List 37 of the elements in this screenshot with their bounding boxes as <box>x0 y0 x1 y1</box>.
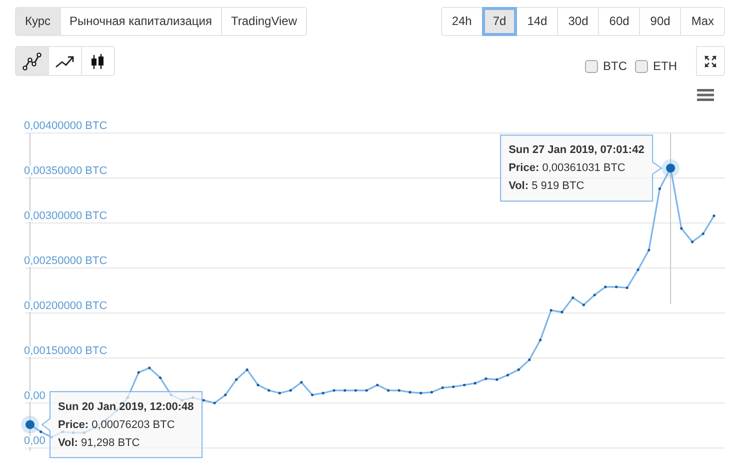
y-axis-label: 0,00150000 BTC <box>24 345 108 357</box>
period-button[interactable]: Max <box>680 7 725 36</box>
period-button[interactable]: 90d <box>639 7 682 36</box>
y-axis-label: 0,00200000 BTC <box>24 300 108 312</box>
line-markers-icon <box>22 52 42 70</box>
menu-icon[interactable] <box>697 89 714 101</box>
compare-checkbox[interactable] <box>585 60 598 72</box>
tooltip-line: Vol: 91,298 BTC <box>58 436 141 451</box>
y-axis-label: 0,00400000 BTC <box>24 120 108 132</box>
compare-label: ETH <box>653 58 677 75</box>
tooltip-line: Price: 0,00361031 BTC <box>508 161 626 176</box>
period-button[interactable]: 30d <box>557 7 600 36</box>
view-tab[interactable]: TradingView <box>220 7 308 36</box>
y-axis-label: 0,00 <box>24 390 46 402</box>
period-button[interactable]: 7d <box>482 7 518 36</box>
fullscreen-button[interactable] <box>696 46 725 76</box>
tooltip-line: Vol: 5 919 BTC <box>508 179 586 194</box>
highlighted-point <box>21 416 39 434</box>
period-button[interactable]: 60d <box>598 7 640 36</box>
y-axis-label: 0,00250000 BTC <box>24 255 108 267</box>
tooltip-line: Price: 0,00076203 BTC <box>58 418 176 433</box>
chart-type-button[interactable] <box>48 46 82 76</box>
period-button[interactable]: 14d <box>516 7 558 36</box>
expand-icon <box>704 54 717 68</box>
y-axis-label: 0,00 <box>24 435 46 447</box>
y-axis-label: 0,00350000 BTC <box>24 165 108 177</box>
tooltip-date: Sun 27 Jan 2019, 07:01:42 <box>508 143 644 158</box>
tooltip-date: Sun 20 Jan 2019, 12:00:48 <box>58 400 194 415</box>
compare-checkbox[interactable] <box>635 60 648 72</box>
y-axis-label: 0,00300000 BTC <box>24 210 108 222</box>
highlighted-point <box>662 159 680 178</box>
chart-type-button[interactable] <box>15 46 49 76</box>
period-button[interactable]: 24h <box>440 7 483 36</box>
view-tab[interactable]: Рыночная капитализация <box>60 7 222 36</box>
view-tab[interactable]: Курс <box>15 7 61 36</box>
compare-label: BTC <box>603 58 627 75</box>
chart-type-button[interactable] <box>81 46 115 76</box>
